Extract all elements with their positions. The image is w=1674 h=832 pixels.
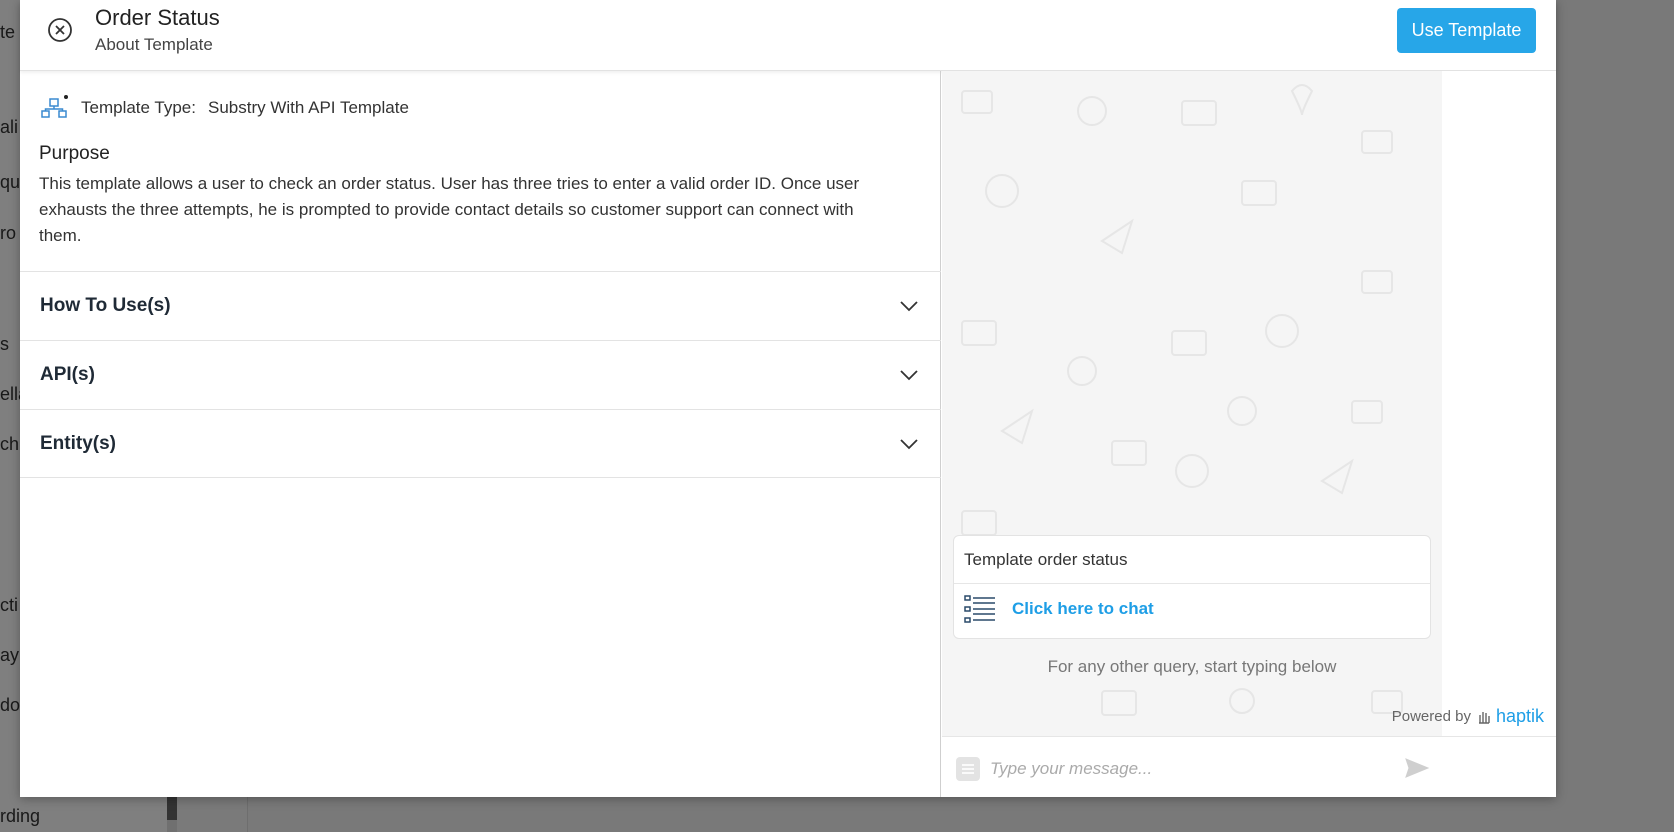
chat-input-bar xyxy=(942,736,1556,797)
chat-background: Template order status Click here to chat… xyxy=(942,71,1442,736)
template-type-value: Substry With API Template xyxy=(207,98,409,117)
accordion-entities[interactable]: Entity(s) xyxy=(20,409,941,478)
powered-by-label: Powered by xyxy=(1391,708,1471,725)
click-to-chat-link[interactable]: Click here to chat xyxy=(964,594,1154,624)
chat-welcome-card: Template order status Click here to chat xyxy=(953,535,1431,639)
accordion-title: How To Use(s) xyxy=(40,295,171,316)
card-divider xyxy=(954,583,1430,584)
powered-by: Powered by haptik xyxy=(1392,706,1544,727)
flow-diagram-icon xyxy=(41,95,68,118)
modal-header: Order Status About Template Use Template xyxy=(20,0,1556,71)
chevron-down-icon xyxy=(900,301,918,312)
accordion-title: Entity(s) xyxy=(40,432,116,454)
haptik-brand: haptik xyxy=(1495,706,1544,726)
haptik-hand-icon xyxy=(1478,711,1490,724)
click-to-chat-label: Click here to chat xyxy=(1012,599,1154,618)
close-icon[interactable] xyxy=(47,17,73,43)
use-template-button[interactable]: Use Template xyxy=(1397,8,1536,53)
list-icon xyxy=(964,595,995,623)
accordion-how-to-use[interactable]: How To Use(s) xyxy=(20,271,941,340)
template-type-label: Template Type: xyxy=(81,98,196,117)
menu-icon[interactable] xyxy=(956,757,980,781)
accordion-apis[interactable]: API(s) xyxy=(20,340,941,409)
modal-subtitle: About Template xyxy=(95,35,213,54)
modal-title: Order Status xyxy=(95,5,220,30)
card-title: Template order status xyxy=(964,550,1128,569)
template-details-pane: Template Type: Substry With API Template… xyxy=(20,71,941,797)
send-icon[interactable] xyxy=(1404,755,1430,781)
template-type-row: Template Type: Substry With API Template xyxy=(40,95,409,121)
chevron-down-icon xyxy=(900,370,918,381)
purpose-title: Purpose xyxy=(39,143,110,164)
purpose-text: This template allows a user to check an … xyxy=(39,174,860,245)
chevron-down-icon xyxy=(900,438,918,449)
chat-preview-pane: Template order status Click here to chat… xyxy=(942,71,1556,797)
query-hint: For any other query, start typing below xyxy=(1047,657,1337,676)
accordion-title: API(s) xyxy=(40,364,95,385)
template-modal: Order Status About Template Use Template… xyxy=(20,0,1556,797)
message-input[interactable] xyxy=(990,751,1410,787)
